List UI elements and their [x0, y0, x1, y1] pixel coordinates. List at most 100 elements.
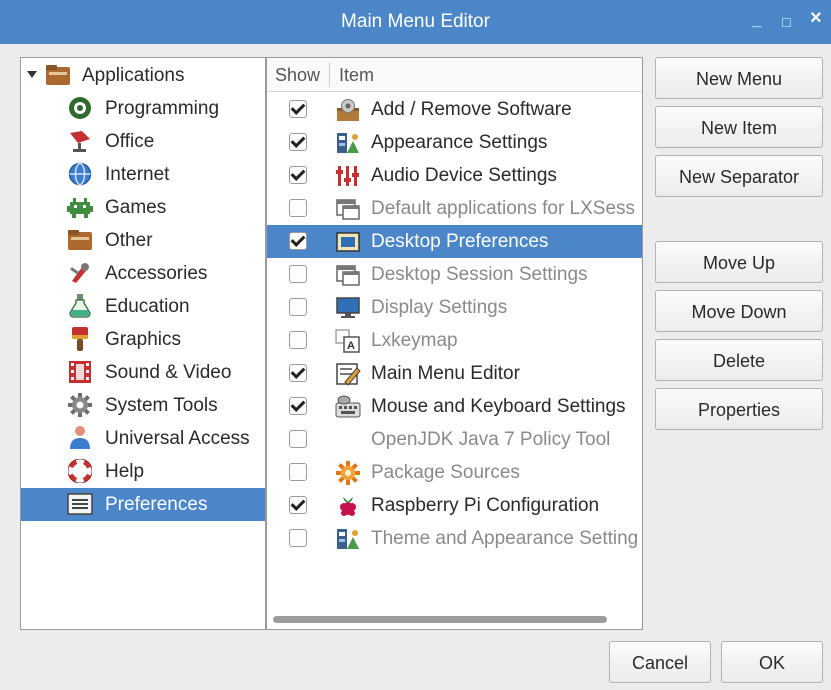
show-checkbox[interactable]	[289, 529, 307, 547]
new-item-button[interactable]: New Item	[655, 106, 823, 148]
delete-button[interactable]: Delete	[655, 339, 823, 381]
preferences-icon	[67, 493, 93, 515]
tree-item-label: Other	[105, 230, 153, 251]
tree-item-label: Universal Access	[105, 428, 250, 449]
list-item[interactable]: Mouse and Keyboard Settings	[267, 390, 642, 423]
show-checkbox[interactable]	[289, 100, 307, 118]
audio-mixer-icon	[336, 166, 359, 186]
desktop-icon	[336, 232, 360, 252]
list-item-label: Main Menu Editor	[371, 363, 520, 384]
games-icon	[67, 198, 93, 218]
tree-item-programming[interactable]: Programming	[21, 92, 265, 125]
tree-item-graphics[interactable]: Graphics	[21, 323, 265, 356]
window-title: Main Menu Editor	[341, 11, 490, 32]
svg-text:A: A	[347, 340, 355, 352]
list-item[interactable]: Raspberry Pi Configuration	[267, 489, 642, 522]
tree-item-label: Applications	[82, 65, 185, 86]
list-item[interactable]: Main Menu Editor	[267, 357, 642, 390]
list-item-label: Appearance Settings	[371, 132, 548, 153]
universal-access-icon	[70, 426, 90, 449]
list-item-label: Desktop Session Settings	[371, 264, 588, 285]
list-item[interactable]: OpenJDK Java 7 Policy Tool	[267, 423, 642, 456]
tree-item-applications[interactable]: Applications	[21, 59, 265, 92]
list-item-label: Display Settings	[371, 297, 508, 318]
list-item-label: Lxkeymap	[371, 330, 458, 351]
list-item-label: Audio Device Settings	[371, 165, 557, 186]
package-icon	[337, 99, 359, 121]
tree-item-games[interactable]: Games	[21, 191, 265, 224]
show-checkbox[interactable]	[289, 496, 307, 514]
properties-button[interactable]: Properties	[655, 388, 823, 430]
tree-item-universal-access[interactable]: Universal Access	[21, 422, 265, 455]
gear-icon	[68, 393, 92, 417]
list-item-label: OpenJDK Java 7 Policy Tool	[371, 429, 611, 450]
list-item[interactable]: Display Settings	[267, 291, 642, 324]
horizontal-scrollbar[interactable]	[273, 616, 607, 623]
keymap-icon: A	[335, 329, 360, 353]
close-icon[interactable]: ×	[810, 8, 822, 28]
tree-item-label: Office	[105, 131, 155, 152]
tree-item-accessories[interactable]: Accessories	[21, 257, 265, 290]
tree-item-system-tools[interactable]: System Tools	[21, 389, 265, 422]
show-checkbox[interactable]	[289, 166, 307, 184]
list-item[interactable]: Theme and Appearance Setting	[267, 522, 642, 555]
show-checkbox[interactable]	[289, 463, 307, 481]
show-checkbox[interactable]	[289, 397, 307, 415]
menu-editor-icon	[336, 363, 361, 386]
tree-item-label: Graphics	[105, 329, 182, 350]
tree-item-office[interactable]: Office	[21, 125, 265, 158]
column-header-item[interactable]: Item	[339, 65, 374, 86]
column-header-show[interactable]: Show	[275, 65, 320, 86]
move-up-button[interactable]: Move Up	[655, 241, 823, 283]
tree-item-label: Programming	[105, 98, 220, 119]
minimize-icon[interactable]: _	[752, 10, 761, 30]
appearance-icon	[337, 529, 359, 549]
tree-item-sound-video[interactable]: Sound & Video	[21, 356, 265, 389]
globe-icon	[68, 162, 92, 186]
list-item[interactable]: Desktop Session Settings	[267, 258, 642, 291]
show-checkbox[interactable]	[289, 364, 307, 382]
maximize-icon[interactable]: □	[782, 12, 790, 32]
sun-gear-icon	[336, 461, 360, 485]
show-checkbox[interactable]	[289, 298, 307, 316]
list-item[interactable]: Appearance Settings	[267, 126, 642, 159]
office-icon	[70, 131, 90, 152]
tree-item-label: Internet	[105, 164, 170, 185]
folder-icon	[68, 230, 92, 250]
tree-item-help[interactable]: Help	[21, 455, 265, 488]
show-checkbox[interactable]	[289, 199, 307, 217]
category-tree[interactable]: Applications Programming Office Internet…	[20, 57, 266, 630]
list-item[interactable]: Add / Remove Software	[267, 93, 642, 126]
tree-item-label: Education	[105, 296, 190, 317]
cancel-button[interactable]: Cancel	[609, 641, 711, 683]
move-down-button[interactable]: Move Down	[655, 290, 823, 332]
tree-item-internet[interactable]: Internet	[21, 158, 265, 191]
tree-item-label: Games	[105, 197, 167, 218]
list-item[interactable]: Default applications for LXSess	[267, 192, 642, 225]
ok-button[interactable]: OK	[721, 641, 823, 683]
show-checkbox[interactable]	[289, 265, 307, 283]
window-icon	[336, 265, 360, 286]
tree-item-education[interactable]: Education	[21, 290, 265, 323]
list-item[interactable]: Audio Device Settings	[267, 159, 642, 192]
column-divider	[329, 62, 330, 87]
show-checkbox[interactable]	[289, 430, 307, 448]
list-item-label: Add / Remove Software	[371, 99, 572, 120]
expander-arrow-icon[interactable]	[27, 71, 37, 79]
show-checkbox[interactable]	[289, 331, 307, 349]
list-item-label: Theme and Appearance Setting	[371, 528, 639, 549]
menu-item-list[interactable]: Show Item Add / Remove Software Appearan…	[266, 57, 643, 630]
new-menu-button[interactable]: New Menu	[655, 57, 823, 99]
title-bar[interactable]: Main Menu Editor _ □ ×	[0, 0, 831, 44]
new-separator-button[interactable]: New Separator	[655, 155, 823, 197]
show-checkbox[interactable]	[289, 133, 307, 151]
graphics-icon	[72, 327, 88, 351]
accessories-icon	[70, 263, 89, 283]
list-item[interactable]: A Lxkeymap	[267, 324, 642, 357]
show-checkbox[interactable]	[289, 232, 307, 250]
list-item-label: Raspberry Pi Configuration	[371, 495, 600, 516]
list-item[interactable]: Package Sources	[267, 456, 642, 489]
tree-item-other[interactable]: Other	[21, 224, 265, 257]
list-item[interactable]: Desktop Preferences	[267, 225, 642, 258]
tree-item-preferences[interactable]: Preferences	[21, 488, 265, 521]
